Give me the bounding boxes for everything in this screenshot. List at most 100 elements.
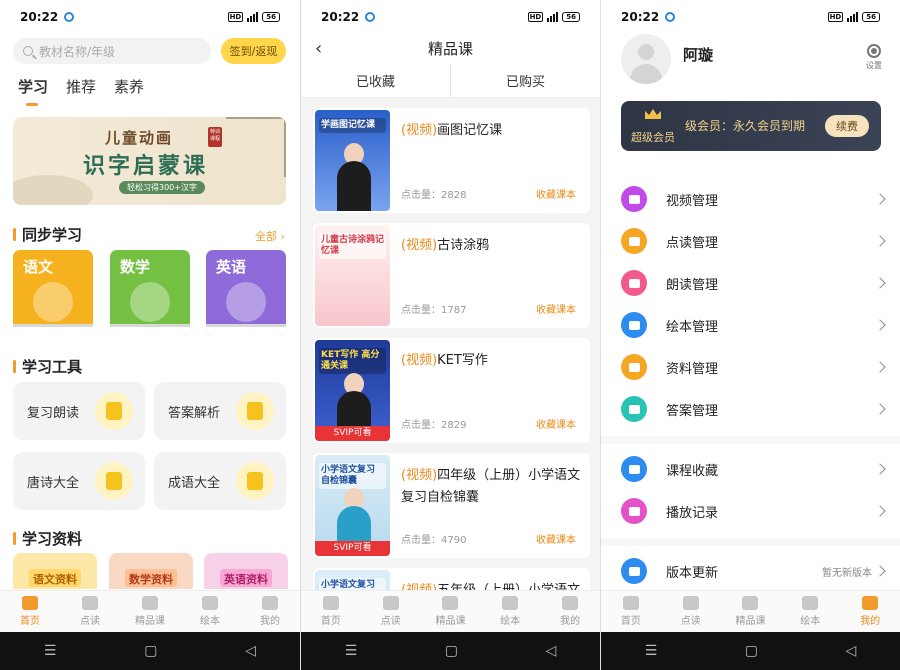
material-card-chinese[interactable]: 语文资料 — [13, 553, 97, 589]
subject-card-math[interactable]: 数学 — [110, 250, 190, 336]
system-back-button[interactable]: ◁ — [245, 643, 256, 659]
picture-icon — [502, 596, 519, 610]
tool-tang-poems[interactable]: 唐诗大全 — [13, 452, 145, 510]
section-title-sync-text: 同步学习 — [22, 226, 83, 244]
system-back-button[interactable]: ◁ — [545, 643, 556, 659]
system-back-button[interactable]: ◁ — [845, 643, 856, 659]
banner-tag: 特训 课程 — [208, 127, 222, 147]
recent-apps-button[interactable]: ☰ — [645, 643, 658, 659]
status-bar: 20:22 HD 56 — [601, 0, 900, 34]
nav-mine[interactable]: 我的 — [240, 591, 300, 632]
nav-picture-books[interactable]: 绘本 — [780, 591, 840, 632]
search-input[interactable]: 教材名称/年级 — [13, 38, 211, 64]
banner-hill-decoration — [13, 175, 93, 205]
menu-video-management[interactable]: 视频管理 — [621, 178, 886, 220]
system-home-button[interactable]: ▢ — [745, 643, 758, 659]
nav-mine[interactable]: 我的 — [840, 591, 900, 632]
nav-read[interactable]: 点读 — [361, 591, 421, 632]
course-type-prefix: (视频) — [401, 353, 438, 368]
chevron-right-icon — [874, 277, 886, 289]
nav-home[interactable]: 首页 — [601, 591, 661, 632]
profile-icon — [862, 596, 879, 610]
menu-reading-management[interactable]: 朗读管理 — [621, 262, 886, 304]
system-home-button[interactable]: ▢ — [144, 643, 157, 659]
favorite-course-button[interactable]: 收藏课本 — [536, 531, 576, 546]
promo-banner[interactable]: 儿童动画 特训 课程 识字启蒙课 轻松习得300+汉字 — [13, 117, 286, 205]
recent-apps-button[interactable]: ☰ — [345, 643, 358, 659]
nav-label: 精品课 — [435, 616, 466, 627]
nav-picture-books[interactable]: 绘本 — [180, 591, 240, 632]
favorite-course-button[interactable]: 收藏课本 — [536, 186, 576, 201]
recent-apps-button[interactable]: ☰ — [44, 643, 57, 659]
tab-literacy[interactable]: 素养 — [114, 76, 144, 97]
tab-recommend[interactable]: 推荐 — [66, 76, 96, 97]
status-time: 20:22 — [321, 10, 360, 24]
system-home-button[interactable]: ▢ — [445, 643, 458, 659]
nav-read[interactable]: 点读 — [60, 591, 120, 632]
profile-screen: 20:22 HD 56 阿璇 设置 超级会员 级会员：永久会员到期 续费 视频管… — [600, 0, 900, 670]
menu-play-history[interactable]: 播放记录 — [621, 490, 886, 532]
renew-button[interactable]: 续费 — [825, 115, 869, 137]
course-card[interactable]: 儿童古诗涂鸦记忆课 (视频)古诗涂鸦 点击量：1787 收藏课本 — [313, 223, 590, 328]
favorite-course-button[interactable]: 收藏课本 — [536, 301, 576, 316]
thumbnail-text: 小学语文复习 自检锦囊 — [319, 463, 386, 489]
play-icon — [742, 596, 759, 610]
tool-idioms[interactable]: 成语大全 — [154, 452, 286, 510]
nav-label: 首页 — [320, 616, 341, 627]
menu-label: 版本更新 — [666, 565, 719, 581]
menu-point-read-management[interactable]: 点读管理 — [621, 220, 886, 262]
tab-purchased[interactable]: 已购买 — [450, 64, 600, 97]
menu-picture-book-management[interactable]: 绘本管理 — [621, 304, 886, 346]
tool-answer-analysis[interactable]: 答案解析 — [154, 382, 286, 440]
view-all-link[interactable]: 全部 › — [255, 228, 285, 244]
subject-label: 数学 — [120, 258, 151, 276]
avatar-body — [630, 64, 662, 84]
back-arrow-icon[interactable]: ‹ — [315, 38, 322, 59]
answer-icon — [621, 396, 647, 422]
course-card[interactable]: 小学语文复习 自检锦囊 SVIP可看 (视频)四年级（上册）小学语文复习自检锦囊… — [313, 453, 590, 558]
favorite-course-button[interactable]: 收藏课本 — [536, 416, 576, 431]
course-type-prefix: (视频) — [401, 238, 438, 253]
section-accent-bar — [13, 228, 16, 241]
video-icon — [621, 186, 647, 212]
page-header: 精品课 ‹ — [301, 34, 600, 64]
tab-favorited[interactable]: 已收藏 — [301, 64, 450, 97]
course-card[interactable]: 学画图记忆课 (视频)画图记忆课 点击量：2828 收藏课本 — [313, 108, 590, 213]
nav-mine[interactable]: 我的 — [540, 591, 600, 632]
subject-card-chinese[interactable]: 语文 — [13, 250, 93, 336]
subject-label: 语文 — [23, 258, 54, 276]
nav-courses[interactable]: 精品课 — [721, 591, 781, 632]
click-count: 点击量：4790 — [401, 535, 467, 546]
book-base — [13, 324, 93, 336]
nav-courses[interactable]: 精品课 — [421, 591, 481, 632]
nav-picture-books[interactable]: 绘本 — [480, 591, 540, 632]
section-title-tools-text: 学习工具 — [22, 358, 83, 376]
tab-study[interactable]: 学习 — [18, 76, 48, 106]
crown-icon — [645, 109, 661, 119]
tool-review-reading[interactable]: 复习朗读 — [13, 382, 145, 440]
menu-materials-management[interactable]: 资料管理 — [621, 346, 886, 388]
menu-answer-management[interactable]: 答案管理 — [621, 388, 886, 430]
material-card-math[interactable]: 数学资料 — [109, 553, 193, 589]
book-base — [110, 324, 190, 336]
nav-home[interactable]: 首页 — [0, 591, 60, 632]
menu-label: 资料管理 — [666, 361, 719, 377]
menu-version-update[interactable]: 版本更新 暂无新版本 — [621, 550, 886, 592]
settings-button[interactable]: 设置 — [866, 44, 882, 71]
material-card-english[interactable]: 英语资料 — [204, 553, 288, 589]
menu-course-favorites[interactable]: 课程收藏 — [621, 448, 886, 490]
avatar[interactable] — [621, 34, 671, 84]
nav-courses[interactable]: 精品课 — [120, 591, 180, 632]
battery-icon: 56 — [562, 12, 580, 22]
subject-card-english[interactable]: 英语 — [206, 250, 286, 336]
menu-label: 答案管理 — [666, 403, 719, 419]
vip-badge: 超级会员 — [631, 131, 675, 144]
course-card[interactable]: KET写作 高分通关课 SVIP可看 (视频)KET写作 点击量：2829 收藏… — [313, 338, 590, 443]
sign-in-cashback-button[interactable]: 签到/返现 — [221, 38, 286, 64]
vip-card[interactable]: 超级会员 级会员：永久会员到期 续费 — [621, 101, 881, 151]
course-title: (视频)古诗涂鸦 — [401, 235, 581, 257]
nav-home[interactable]: 首页 — [301, 591, 361, 632]
section-divider — [601, 436, 900, 444]
nav-read[interactable]: 点读 — [661, 591, 721, 632]
svip-badge: SVIP可看 — [315, 541, 390, 556]
